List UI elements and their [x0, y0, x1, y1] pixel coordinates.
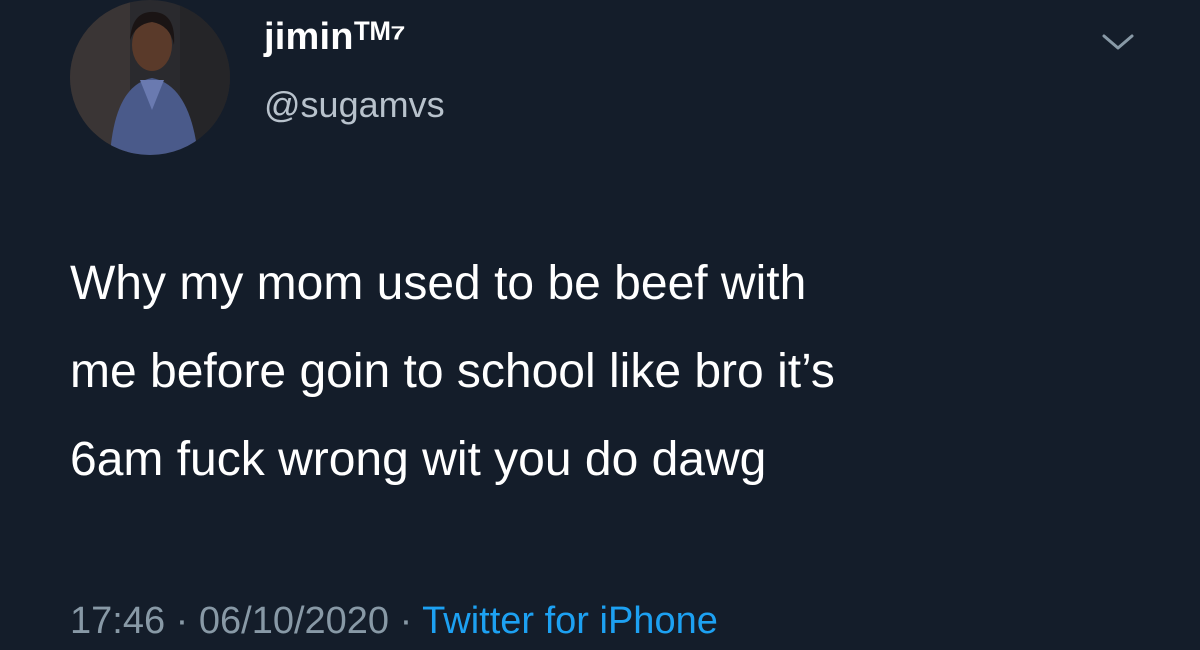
chevron-down-icon[interactable]	[1096, 26, 1140, 56]
avatar-image	[70, 0, 230, 155]
tweet-card: jiminᵀᴹ⁷ @sugamvs Why my mom used to be …	[0, 0, 1200, 650]
tweet-text-line: me before goin to school like bro it’s	[70, 345, 835, 398]
tweet-meta: 17:46 · 06/10/2020 · Twitter for iPhone	[70, 600, 718, 643]
meta-separator: ·	[389, 600, 423, 642]
display-name[interactable]: jiminᵀᴹ⁷	[264, 16, 406, 59]
tweet-text: Why my mom used to be beef with me befor…	[70, 240, 1170, 504]
tweet-date[interactable]: 06/10/2020	[199, 600, 389, 642]
avatar[interactable]	[70, 0, 230, 155]
tweet-source-link[interactable]: Twitter for iPhone	[422, 600, 718, 642]
user-handle[interactable]: @sugamvs	[264, 84, 445, 126]
tweet-text-line: Why my mom used to be beef with	[70, 257, 807, 310]
tweet-time[interactable]: 17:46	[70, 600, 165, 642]
meta-separator: ·	[165, 600, 199, 642]
tweet-text-line: 6am fuck wrong wit you do dawg	[70, 433, 767, 486]
